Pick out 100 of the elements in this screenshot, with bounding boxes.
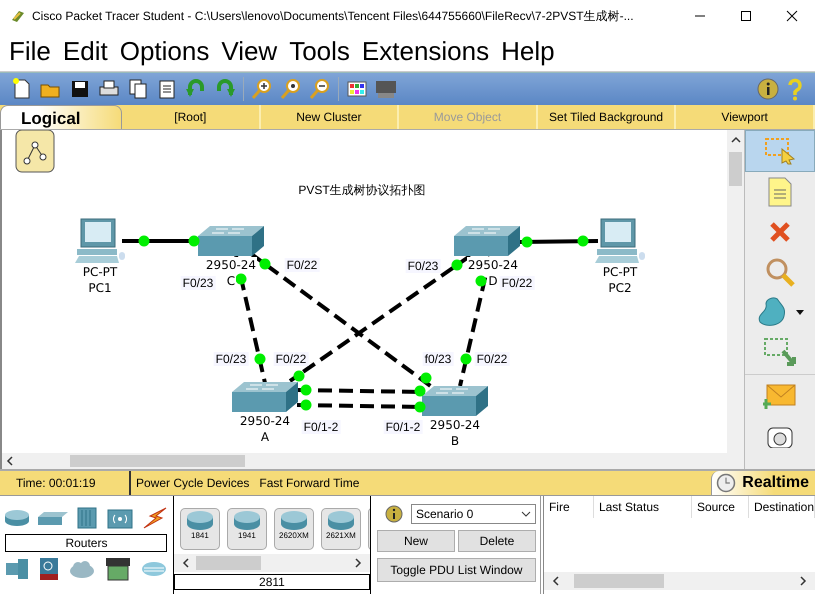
horizontal-scrollbar[interactable] — [544, 572, 815, 590]
port-label: F0/23 — [180, 276, 216, 290]
link-light — [236, 274, 246, 284]
router-icon — [184, 509, 215, 531]
device-model-tile[interactable]: 1841 — [180, 508, 220, 550]
horizontal-scrollbar[interactable] — [2, 453, 744, 469]
toggle-pdu-list-button[interactable]: Toggle PDU List Window — [376, 558, 536, 582]
link-light — [476, 276, 486, 286]
info-icon[interactable] — [384, 505, 403, 523]
scenario-button[interactable]: New — [376, 530, 455, 552]
computer-icon[interactable] — [595, 218, 645, 263]
logical-view-icon[interactable] — [15, 130, 55, 173]
menu-item[interactable]: Help — [501, 36, 555, 67]
selection-arrow-icon — [764, 137, 796, 165]
scroll-left-icon[interactable] — [552, 576, 560, 586]
port-label: F0/1-2 — [302, 420, 340, 434]
link-light — [420, 372, 432, 384]
switch-icon[interactable] — [232, 382, 298, 412]
link-light — [294, 370, 304, 382]
status-action-link[interactable]: Fast Forward Time — [254, 471, 364, 495]
link-light — [260, 258, 270, 270]
computer-icon[interactable] — [75, 218, 125, 263]
complex-pdu-icon — [766, 426, 794, 448]
scroll-right-icon[interactable] — [354, 558, 362, 568]
switch-icon[interactable] — [38, 511, 68, 525]
scroll-thumb[interactable] — [196, 556, 261, 570]
device-model-tile[interactable]: 2620XM — [274, 508, 314, 550]
device-model-label: 2950-24 — [204, 257, 258, 273]
router-icon — [232, 509, 262, 531]
scroll-thumb[interactable] — [574, 574, 664, 588]
logical-tab[interactable]: Logical — [0, 105, 122, 129]
link-light — [138, 236, 150, 246]
category-label: Routers — [5, 534, 168, 552]
scroll-up-icon[interactable] — [730, 136, 740, 144]
close-icon[interactable] — [786, 10, 798, 22]
hub-icon[interactable] — [76, 506, 98, 530]
note-icon — [767, 177, 793, 207]
link-light — [254, 354, 266, 364]
scroll-left-icon[interactable] — [6, 456, 14, 466]
envelope-icon — [763, 383, 797, 411]
delete-icon — [768, 220, 792, 244]
app-logo-icon — [10, 8, 26, 24]
link-light — [578, 236, 588, 246]
column-header[interactable]: Last Status — [594, 496, 692, 518]
column-header[interactable]: Source — [692, 496, 749, 518]
link-light — [300, 384, 312, 396]
link-light — [522, 236, 532, 248]
link-light — [188, 236, 200, 246]
link-light — [300, 400, 312, 410]
shape-icon — [756, 296, 804, 328]
window-title: Cisco Packet Tracer Student - C:\Users\lenovo\Documents\Tencent Files\644755660\FileRecv\7-2PVST生成树-... — [32, 8, 634, 24]
menu-item[interactable]: Tools — [289, 36, 350, 67]
device-model-tile[interactable]: 2621XM — [320, 508, 361, 550]
menu-item[interactable]: Options — [120, 36, 210, 67]
zoom-out-icon[interactable] — [308, 77, 332, 101]
scroll-left-icon[interactable] — [182, 558, 190, 568]
menu-item[interactable]: View — [221, 36, 278, 67]
resize-icon — [763, 337, 797, 367]
end-device-icon[interactable] — [4, 557, 30, 581]
chevron-down-icon — [520, 511, 531, 517]
device-box-icon[interactable] — [104, 556, 132, 582]
scroll-thumb[interactable] — [729, 152, 742, 186]
selected-model-label: 2811 — [174, 574, 370, 590]
port-label: F0/23 — [214, 352, 248, 366]
port-label: F0/22 — [274, 352, 308, 366]
port-label: F0/22 — [474, 352, 510, 366]
menu-item[interactable]: Extensions — [362, 36, 490, 67]
menu-item[interactable]: File — [9, 36, 51, 67]
device-model-label: 2950-24 — [466, 257, 520, 273]
switch-icon[interactable] — [422, 386, 488, 416]
switch-icon[interactable] — [454, 226, 520, 256]
zoom-reset-icon[interactable] — [279, 77, 303, 101]
scenario-button[interactable]: Delete — [458, 530, 536, 552]
router-icon — [278, 509, 309, 531]
maximize-icon[interactable] — [740, 10, 752, 22]
link-light — [452, 260, 462, 270]
clock-icon — [716, 473, 736, 493]
router-icon — [326, 509, 356, 531]
lightning-icon[interactable] — [142, 506, 168, 530]
menu-item[interactable]: Edit — [62, 36, 108, 67]
diagram-title: PVST生成树协议拓扑图 — [298, 182, 426, 199]
column-header[interactable]: Destination — [748, 496, 815, 518]
scroll-right-icon[interactable] — [799, 576, 807, 586]
device-model-tile[interactable]: 1941 — [226, 508, 267, 550]
vertical-scrollbar[interactable] — [727, 130, 744, 453]
horizontal-scrollbar[interactable] — [174, 554, 370, 572]
port-label: f0/23 — [422, 352, 454, 366]
router-icon[interactable] — [4, 509, 30, 527]
status-action-link[interactable]: Power Cycle Devices — [131, 471, 254, 495]
link-light — [414, 402, 426, 412]
zoom-in-icon[interactable] — [250, 77, 274, 101]
port-label: F0/23 — [406, 259, 440, 273]
scroll-thumb[interactable] — [70, 455, 245, 467]
switch-icon[interactable] — [198, 226, 264, 256]
security-icon[interactable] — [38, 556, 60, 582]
scenario-dropdown[interactable]: Scenario 0 — [410, 504, 536, 524]
link-light — [414, 386, 426, 396]
info-icon[interactable] — [756, 77, 780, 101]
port-label: F0/1-2 — [384, 420, 422, 434]
column-header[interactable]: Fire — [544, 496, 594, 518]
